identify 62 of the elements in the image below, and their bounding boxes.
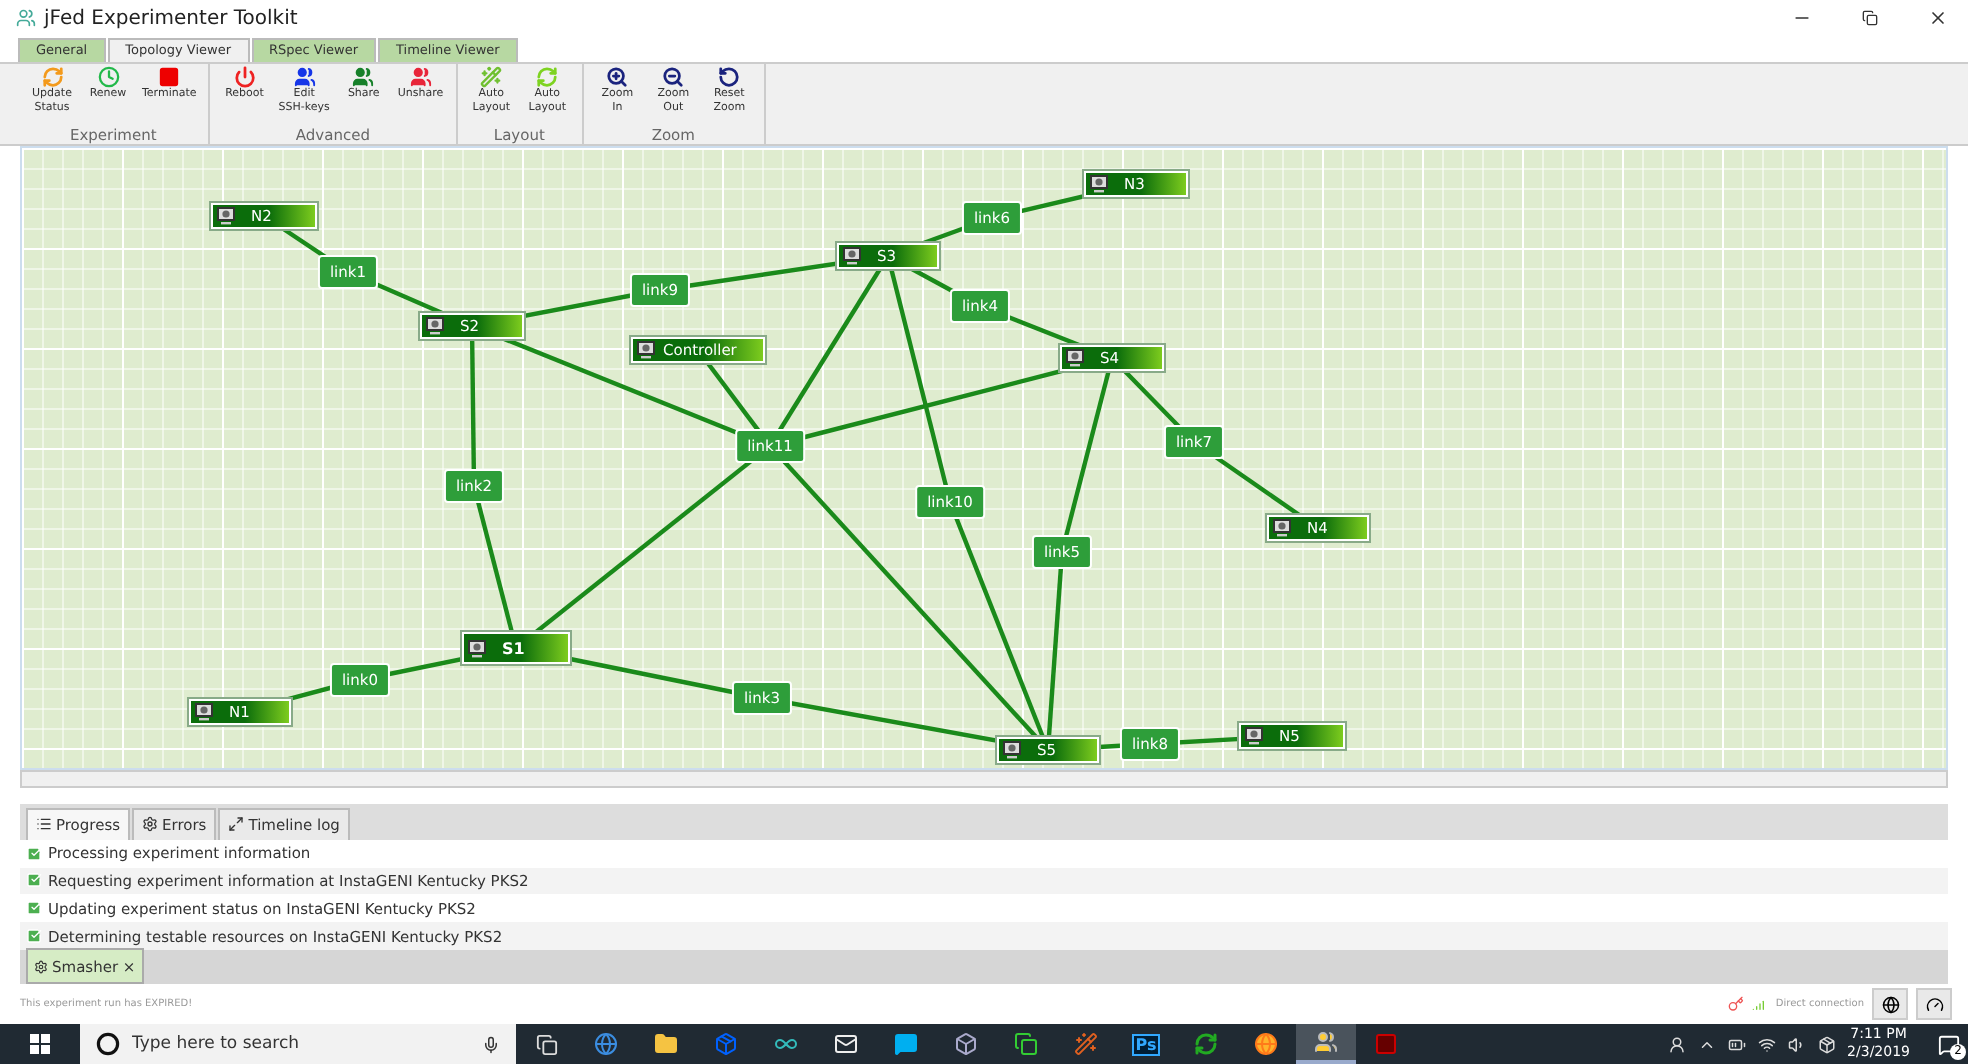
node-label: S1 bbox=[500, 639, 525, 658]
users-icon bbox=[409, 65, 432, 88]
zoom-in-icon bbox=[606, 65, 629, 88]
people-icon bbox=[1667, 1035, 1686, 1053]
gear-icon bbox=[142, 816, 159, 833]
check-icon bbox=[26, 900, 42, 917]
box-icon bbox=[1817, 1035, 1836, 1053]
clock-icon bbox=[97, 65, 119, 88]
app-logo-icon bbox=[16, 8, 36, 29]
monitor-icon bbox=[468, 639, 486, 658]
close-icon bbox=[1928, 8, 1948, 29]
monitor-icon bbox=[1066, 349, 1084, 368]
restore-icon bbox=[1862, 10, 1878, 27]
globe-icon bbox=[1881, 995, 1899, 1014]
monitor-icon bbox=[843, 247, 861, 266]
gear-icon bbox=[34, 959, 48, 974]
stop-icon bbox=[158, 65, 181, 88]
reset-icon bbox=[718, 65, 741, 88]
gauge-icon bbox=[1925, 995, 1943, 1014]
globe-icon bbox=[594, 1032, 618, 1056]
wand-icon bbox=[480, 65, 503, 88]
signal-icon bbox=[1751, 996, 1768, 1013]
monitor-icon bbox=[1003, 741, 1021, 760]
check-icon bbox=[26, 928, 42, 945]
notification-icon bbox=[1938, 1033, 1960, 1055]
task-view-icon bbox=[535, 1033, 557, 1055]
search-field[interactable]: Type here to search bbox=[80, 1024, 516, 1064]
users-icon bbox=[293, 65, 316, 88]
power-icon bbox=[233, 65, 256, 88]
window-title: jFed Experimenter Toolkit bbox=[44, 7, 300, 30]
microphone-icon bbox=[482, 1035, 500, 1053]
gauge-button[interactable] bbox=[1916, 988, 1952, 1021]
check-icon bbox=[26, 845, 42, 862]
battery-icon bbox=[1727, 1035, 1746, 1053]
monitor-icon bbox=[637, 341, 655, 360]
monitor-icon bbox=[1245, 727, 1263, 746]
zoom-out-icon bbox=[662, 65, 685, 88]
chat-icon bbox=[894, 1032, 918, 1056]
globe-icon bbox=[1254, 1032, 1278, 1056]
circle-icon bbox=[96, 1032, 120, 1056]
host-node[interactable]: S1 bbox=[462, 632, 570, 665]
volume-icon bbox=[1787, 1035, 1806, 1053]
monitor-icon bbox=[426, 317, 444, 336]
wifi-icon bbox=[1757, 1035, 1776, 1053]
globe-button[interactable] bbox=[1872, 988, 1908, 1021]
refresh-icon bbox=[41, 65, 63, 88]
windows-icon bbox=[30, 1034, 50, 1054]
monitor-icon bbox=[1273, 519, 1291, 538]
key-icon bbox=[1727, 996, 1744, 1013]
monitor-icon bbox=[195, 703, 213, 722]
cube-icon bbox=[954, 1032, 978, 1056]
search-input[interactable]: Type here to search bbox=[132, 1034, 470, 1054]
monitor-icon bbox=[1090, 175, 1108, 194]
mail-icon bbox=[834, 1032, 858, 1056]
expand-icon bbox=[228, 816, 245, 833]
monitor-icon bbox=[217, 207, 235, 226]
list-icon bbox=[36, 816, 52, 833]
check-icon bbox=[26, 872, 42, 889]
users-icon bbox=[352, 65, 375, 88]
taskbar-app[interactable]: Ps bbox=[1116, 1024, 1176, 1064]
box-icon bbox=[714, 1032, 738, 1056]
folder-icon bbox=[654, 1032, 678, 1056]
